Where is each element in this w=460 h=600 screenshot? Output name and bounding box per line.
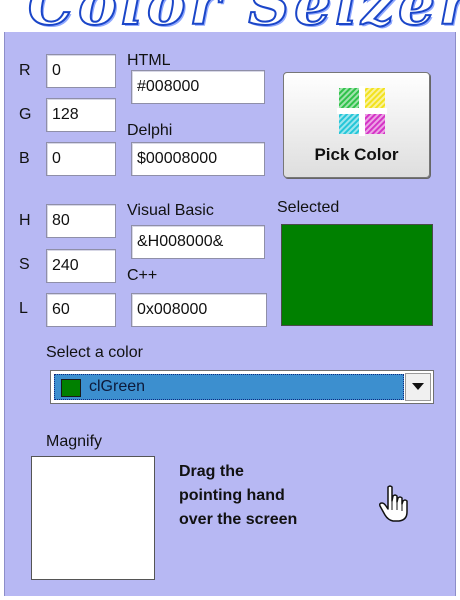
vb-field[interactable]: &H008000& [131,225,265,259]
g-field[interactable]: 128 [46,98,116,132]
color-dropdown-value: clGreen [89,378,146,395]
html-field[interactable]: #008000 [131,70,265,104]
vb-label: Visual Basic [127,202,214,219]
drag-instructions: Drag the pointing hand over the screen [179,460,359,532]
chevron-down-icon [412,383,424,390]
main-panel: R 0 G 128 B 0 HTML #008000 Delphi $00008… [4,32,456,596]
r-field[interactable]: 0 [46,54,116,88]
color-chip [61,379,81,397]
b-field[interactable]: 0 [46,142,116,176]
pick-color-button[interactable]: Pick Color [283,72,430,178]
cpp-label: C++ [127,267,158,284]
selected-label: Selected [277,199,340,216]
h-field[interactable]: 80 [46,204,116,238]
s-label: S [19,256,30,273]
h-label: H [19,212,31,229]
dropdown-button[interactable] [405,373,431,401]
l-label: L [19,300,28,317]
selected-color-swatch [281,224,433,326]
color-picker-icon [337,86,387,136]
pick-color-label: Pick Color [314,145,399,164]
pointing-hand-icon[interactable] [378,485,410,523]
color-dropdown-selection: clGreen [54,374,404,400]
r-label: R [19,62,31,79]
color-dropdown[interactable]: clGreen [50,370,434,404]
magnify-label: Magnify [46,433,103,450]
html-label: HTML [127,52,171,69]
s-field[interactable]: 240 [46,249,116,283]
l-field[interactable]: 60 [46,293,116,327]
instruction-line-3: over the screen [179,511,298,528]
select-color-label: Select a color [46,344,143,361]
magnify-preview [31,456,155,580]
delphi-label: Delphi [127,122,173,139]
app-title: Color Seizer [27,0,460,32]
title-banner: Color Seizer [0,0,460,32]
delphi-field[interactable]: $00008000 [131,142,265,176]
b-label: B [19,150,30,167]
g-label: G [19,106,32,123]
instruction-line-1: Drag the [179,463,244,480]
cpp-field[interactable]: 0x008000 [131,293,267,327]
instruction-line-2: pointing hand [179,487,285,504]
